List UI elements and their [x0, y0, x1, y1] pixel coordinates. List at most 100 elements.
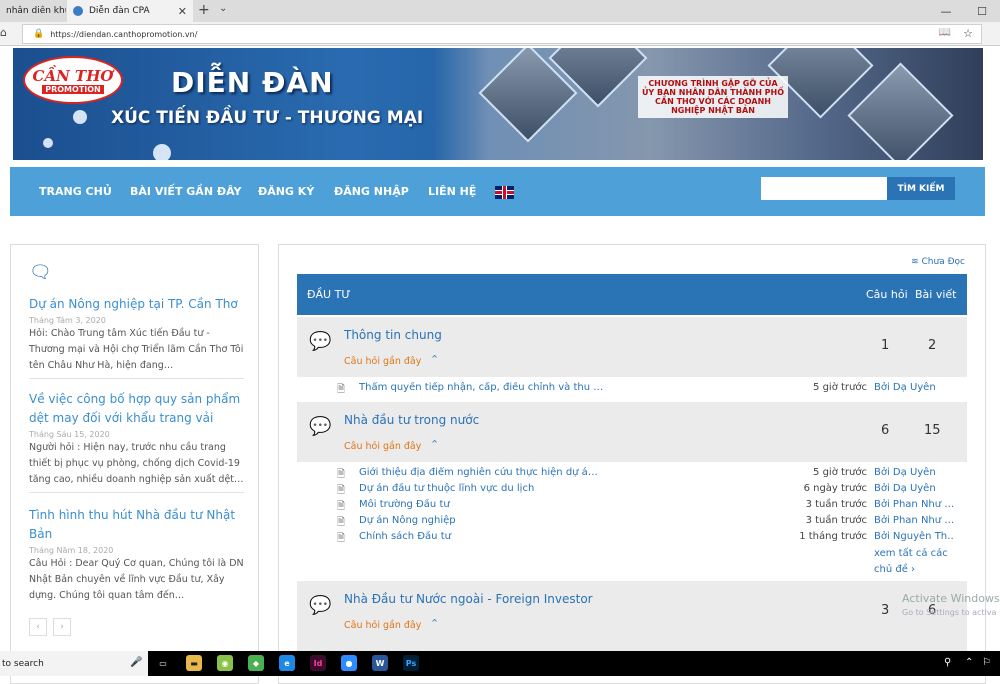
recent-questions-toggle[interactable]: Câu hỏi gần đây [344, 356, 421, 367]
thread-author[interactable]: Bởi Dạ Uyên [874, 467, 954, 478]
nav-recent-posts[interactable]: BÀI VIẾT GẦN ĐÂY [130, 185, 242, 198]
site-banner: CẦN THƠ PROMOTION DIỄN ĐÀN XÚC TIẾN ĐẦU … [13, 48, 983, 160]
pager-next-button[interactable]: › [53, 618, 71, 636]
forum-row: 💬 Thông tin chung Câu hỏi gần đây ⌃ 1 2 [297, 317, 967, 377]
tab-previous[interactable]: nhân diên khuôn r [0, 0, 66, 22]
see-all-topics-link[interactable]: xem tất cả các chủ đề › [874, 546, 954, 578]
thread-time: 1 tháng trước [799, 531, 867, 542]
recent-questions-toggle[interactable]: Câu hỏi gần đây [344, 620, 421, 631]
thread-title[interactable]: Giới thiệu địa điểm nghiên cứu thực hiện… [359, 467, 619, 478]
taskbar-search-text: to search [2, 658, 44, 669]
chevron-up-icon[interactable]: ⌃ [965, 657, 973, 668]
task-view-icon[interactable]: ▭ [155, 655, 171, 671]
thread-item: 🗎 Môi trường Đầu tư 3 tuần trước Bởi Pha… [297, 498, 967, 514]
forum-name[interactable]: Nhà đầu tư trong nước [344, 413, 479, 427]
sidebar-post-title[interactable]: Tình hình thu hút Nhà đầu tư Nhật Bản [29, 506, 244, 544]
uk-flag-icon[interactable] [495, 186, 514, 199]
url-text: https://diendan.canthopromotion.vn/ [50, 29, 198, 39]
search-button[interactable]: TÌM KIẾM [887, 177, 955, 200]
sidebar-post-title[interactable]: Dự án Nông nghiệp tại TP. Cần Thơ [29, 295, 244, 314]
thread-title[interactable]: Dự án Nông nghiệp [359, 515, 619, 526]
forum-section-title: ĐẦU TƯ [307, 288, 351, 301]
new-tab-icon[interactable]: + [198, 2, 210, 18]
app-icon[interactable]: ◉ [217, 655, 233, 671]
thread-time: 6 ngày trước [803, 483, 867, 494]
decor-dot [73, 110, 87, 124]
thread-time: 3 tuần trước [805, 499, 867, 510]
document-icon: 🗎 [337, 384, 346, 395]
window-controls: — ☐ [928, 0, 1000, 22]
thread-title[interactable]: Chính sách Đầu tư [359, 531, 619, 542]
comments-icon: 💬 [309, 595, 332, 616]
chevron-down-icon[interactable]: ⌄ [219, 3, 227, 14]
sidebar-post-excerpt: Câu Hỏi : Dear Quý Cơ quan, Chúng tôi là… [29, 558, 244, 601]
pager-prev-button[interactable]: ‹ [29, 618, 47, 636]
sidebar-post-title[interactable]: Về việc công bố hợp quy sản phẩm dệt may… [29, 390, 244, 428]
edge-browser-icon[interactable]: e [279, 655, 295, 671]
people-icon[interactable]: ⚲ [944, 657, 951, 668]
nav-register[interactable]: ĐĂNG KÝ [258, 185, 314, 198]
close-tab-icon[interactable]: ✕ [178, 5, 187, 18]
chevron-up-icon[interactable]: ⌃ [430, 438, 439, 451]
word-icon[interactable]: W [372, 655, 388, 671]
nav-home[interactable]: TRANG CHỦ [39, 185, 112, 198]
banner-photo-collage: CHƯƠNG TRÌNH GẶP GỠ CỦA ỦY BAN NHÂN DÂN … [433, 48, 983, 160]
forum-name[interactable]: Nhà Đầu tư Nước ngoài - Foreign Investor [344, 592, 593, 606]
sidebar-post-excerpt: Người hỏi : Hiện nay, trước nhu cầu tran… [29, 442, 244, 485]
maximize-icon[interactable]: ☐ [964, 5, 1000, 18]
thread-author[interactable]: Bởi Nguyễn Th… [874, 531, 954, 542]
sidebar-post: Về việc công bố hợp quy sản phẩm dệt may… [29, 390, 244, 493]
nav-login[interactable]: ĐĂNG NHẬP [334, 185, 409, 198]
forum-header: ĐẦU TƯ Câu hỏi Bài viết [297, 274, 967, 315]
activate-windows-watermark: Activate Windows [902, 592, 1000, 605]
sidebar-pager: ‹ › [29, 618, 71, 636]
forum-name[interactable]: Thông tin chung [344, 328, 442, 342]
site-favicon-icon [73, 6, 83, 16]
app-icon[interactable]: ◆ [248, 655, 264, 671]
home-icon[interactable]: ⌂ [0, 26, 7, 39]
minimize-icon[interactable]: — [928, 5, 964, 18]
thread-item: 🗎 Thẩm quyền tiếp nhận, cấp, điều chỉnh … [297, 381, 967, 397]
nav-contact[interactable]: LIÊN HỆ [428, 185, 476, 198]
reading-view-icon[interactable]: 📖 [939, 27, 951, 38]
sidebar-post-date: Tháng Tám 3, 2020 [29, 316, 106, 325]
favorite-star-icon[interactable]: ☆ [963, 27, 973, 40]
taskbar-search[interactable]: to search [0, 651, 148, 676]
thread-author[interactable]: Bởi Phan Như … [874, 515, 954, 526]
network-icon[interactable]: ⚐ [982, 657, 991, 668]
thread-time: 5 giờ trước [813, 382, 867, 393]
unread-label: Chưa Đọc [921, 257, 966, 267]
post-count: 2 [928, 338, 937, 353]
windows-taskbar: to search 🎤 ▭ ▬ ◉ ◆ e Id ● W Ps ⚲ ⌃ ⚐ [0, 651, 1000, 676]
thread-title[interactable]: Thẩm quyền tiếp nhận, cấp, điều chỉnh và… [359, 382, 619, 393]
tab-active[interactable]: Diễn đàn CPA ✕ [67, 0, 193, 22]
indesign-icon[interactable]: Id [310, 655, 326, 671]
unread-link[interactable]: ≋ Chưa Đọc [911, 257, 965, 267]
thread-item: 🗎 Giới thiệu địa điểm nghiên cứu thực hi… [297, 466, 967, 482]
browser-tab-bar: nhân diên khuôn r Diễn đàn CPA ✕ + ⌄ — ☐ [0, 0, 1000, 22]
zoom-icon[interactable]: ● [341, 655, 357, 671]
posts-column-header: Bài viết [915, 288, 957, 301]
thread-item: 🗎 Dự án Nông nghiệp 3 tuần trước Bởi Pha… [297, 514, 967, 530]
photoshop-icon[interactable]: Ps [403, 655, 419, 671]
file-explorer-icon[interactable]: ▬ [186, 655, 202, 671]
chevron-up-icon[interactable]: ⌃ [430, 617, 439, 630]
search-input[interactable] [761, 177, 887, 200]
address-bar: ⌂ 🔒 https://diendan.canthopromotion.vn/ … [0, 22, 1000, 46]
recent-questions-toggle[interactable]: Câu hỏi gần đây [344, 441, 421, 452]
thread-author[interactable]: Bởi Phan Như … [874, 499, 954, 510]
thread-author[interactable]: Bởi Dạ Uyên [874, 483, 954, 494]
url-field[interactable]: 🔒 https://diendan.canthopromotion.vn/ 📖 … [22, 24, 982, 44]
site-logo[interactable]: CẦN THƠ PROMOTION [23, 56, 123, 104]
thread-title[interactable]: Môi trường Đầu tư [359, 499, 619, 510]
activate-windows-subtext: Go to Settings to activa [902, 608, 997, 617]
banner-subtitle: XÚC TIẾN ĐẦU TƯ - THƯƠNG MẠI [111, 108, 424, 128]
lock-icon: 🔒 [33, 29, 45, 39]
post-count: 15 [924, 423, 941, 438]
thread-author[interactable]: Bởi Dạ Uyên [874, 382, 954, 393]
microphone-icon[interactable]: 🎤 [130, 657, 142, 668]
chevron-up-icon[interactable]: ⌃ [430, 353, 439, 366]
sidebar-post-date: Tháng Năm 18, 2020 [29, 546, 114, 555]
chat-bubbles-icon: 🗨 [29, 262, 52, 283]
thread-title[interactable]: Dự án đầu tư thuộc lĩnh vực du lịch [359, 483, 619, 494]
